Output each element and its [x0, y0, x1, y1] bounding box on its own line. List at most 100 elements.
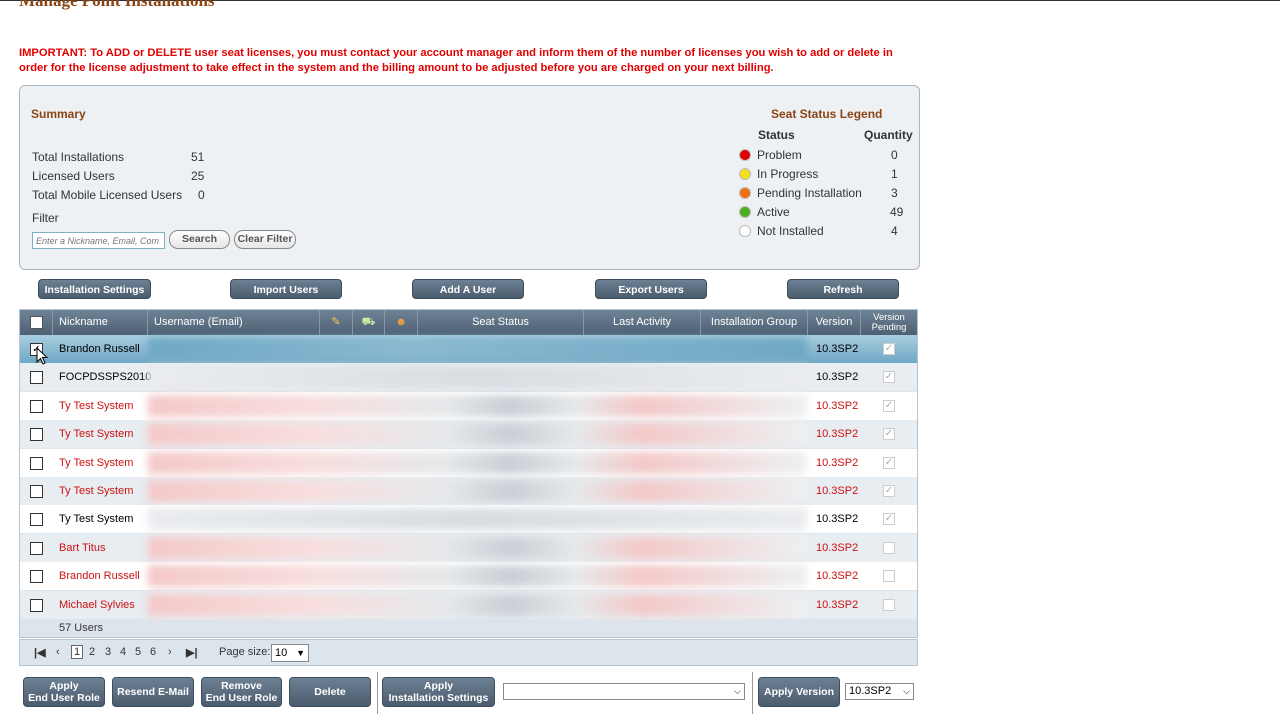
redacted-cells	[148, 451, 807, 474]
first-page-icon[interactable]: |◀	[34, 646, 46, 659]
header-username[interactable]: Username (Email)	[148, 310, 320, 335]
row-nickname[interactable]: FOCPDSSPS2010	[59, 363, 151, 391]
filter-input[interactable]	[32, 232, 165, 249]
row-nickname[interactable]: Ty Test System	[59, 449, 133, 477]
prev-page-icon[interactable]: ‹	[56, 646, 60, 658]
row-nickname[interactable]: Ty Test System	[59, 420, 133, 448]
legend-active: Active 49	[739, 205, 909, 221]
row-checkbox[interactable]	[30, 428, 43, 442]
version-pending-checkbox[interactable]: ✓	[883, 485, 895, 497]
apply-version-button[interactable]: Apply Version	[758, 677, 840, 707]
page: Manage Point Installations IMPORTANT: To…	[0, 0, 1280, 720]
white-dot-icon	[739, 225, 751, 237]
table-row[interactable]: Michael Sylvies 10.3SP2	[20, 590, 917, 619]
row-nickname[interactable]: Bart Titus	[59, 534, 105, 562]
page-3[interactable]: 3	[105, 646, 111, 658]
row-version: 10.3SP2	[816, 570, 859, 583]
row-version: 10.3SP2	[816, 428, 859, 441]
table-row[interactable]: ✓ Brandon Russell 10.3SP2 ✓	[20, 335, 917, 363]
header-version[interactable]: Version	[808, 310, 861, 335]
row-checkbox[interactable]	[30, 371, 43, 385]
page-size-select[interactable]: 10 ▼	[271, 644, 309, 662]
redacted-cells	[148, 366, 807, 389]
row-checkbox[interactable]	[30, 485, 43, 498]
legend-problem: Problem 0	[739, 148, 909, 164]
row-nickname[interactable]: Brandon Russell	[59, 335, 140, 363]
page-5[interactable]: 5	[135, 646, 141, 658]
stat-label-installations: Total Installations	[32, 150, 125, 164]
stat-value-installations: 51	[191, 150, 205, 164]
add-user-button[interactable]: Add A User	[412, 279, 524, 299]
version-pending-checkbox[interactable]	[883, 570, 895, 583]
version-select[interactable]: 10.3SP2 ⌵	[845, 683, 914, 700]
header-users-icon-col[interactable]: ☻	[385, 310, 418, 335]
version-pending-checkbox[interactable]: ✓	[883, 428, 895, 441]
row-checkbox[interactable]	[30, 570, 43, 584]
installation-settings-select[interactable]: ⌵	[503, 683, 745, 700]
table-row[interactable]: Ty Test System 10.3SP2 ✓	[20, 505, 917, 534]
table-row[interactable]: FOCPDSSPS2010 10.3SP2 ✓	[20, 363, 917, 392]
grid-header: Nickname Username (Email) ✎ ⛟ ☻ Seat Sta…	[20, 310, 917, 335]
resend-email-button[interactable]: Resend E-Mail	[112, 677, 194, 707]
page-1[interactable]: 1	[71, 645, 84, 659]
export-users-button[interactable]: Export Users	[595, 279, 707, 299]
header-seat-status[interactable]: Seat Status	[418, 310, 584, 335]
table-row[interactable]: Ty Test System 10.3SP2 ✓	[20, 420, 917, 449]
header-version-pending[interactable]: Version Pending	[861, 310, 917, 335]
row-checkbox[interactable]	[30, 598, 43, 612]
pencil-user-icon: ✎	[331, 316, 341, 328]
search-button[interactable]: Search	[169, 230, 230, 249]
row-nickname[interactable]: Ty Test System	[59, 392, 133, 420]
table-row[interactable]: Ty Test System 10.3SP2 ✓	[20, 391, 917, 420]
redacted-cells	[148, 423, 807, 446]
row-checkbox[interactable]	[30, 513, 43, 527]
clear-filter-button[interactable]: Clear Filter	[234, 230, 296, 249]
version-pending-checkbox[interactable]: ✓	[883, 371, 895, 384]
version-pending-checkbox[interactable]: ✓	[883, 343, 895, 355]
header-role-icon-col[interactable]: ✎	[320, 310, 353, 335]
table-row[interactable]: Brandon Russell 10.3SP2	[20, 562, 917, 591]
installation-settings-button[interactable]: Installation Settings	[38, 279, 151, 299]
header-select-all[interactable]	[20, 310, 53, 335]
delete-button[interactable]: Delete	[289, 677, 371, 707]
row-checkbox[interactable]	[30, 456, 43, 470]
refresh-button[interactable]: Refresh	[787, 279, 899, 299]
header-nickname[interactable]: Nickname	[53, 310, 148, 335]
remove-end-user-role-button[interactable]: Remove End User Role	[201, 677, 282, 707]
select-all-checkbox[interactable]	[30, 316, 43, 329]
chevron-down-icon: ⌵	[734, 686, 741, 696]
next-page-icon[interactable]: ›	[168, 646, 172, 658]
redacted-cells	[148, 338, 807, 360]
header-cart-icon-col[interactable]: ⛟	[353, 310, 385, 335]
legend-in-progress: In Progress 1	[739, 167, 909, 183]
page-2[interactable]: 2	[89, 646, 95, 658]
row-checkbox[interactable]	[30, 399, 43, 413]
users-icon: ☻	[395, 316, 407, 328]
header-last-activity[interactable]: Last Activity	[584, 310, 701, 335]
version-pending-checkbox[interactable]: ✓	[883, 456, 895, 469]
row-checkbox[interactable]	[30, 541, 43, 555]
version-pending-checkbox[interactable]	[883, 541, 895, 554]
version-pending-checkbox[interactable]: ✓	[883, 399, 895, 412]
page-6[interactable]: 6	[150, 646, 156, 658]
row-nickname[interactable]: Brandon Russell	[59, 562, 140, 590]
table-row[interactable]: Bart Titus 10.3SP2	[20, 533, 917, 562]
apply-end-user-role-button[interactable]: Apply End User Role	[23, 677, 105, 707]
version-pending-checkbox[interactable]	[883, 598, 895, 611]
users-grid: Nickname Username (Email) ✎ ⛟ ☻ Seat Sta…	[19, 309, 918, 638]
import-users-button[interactable]: Import Users	[230, 279, 342, 299]
last-page-icon[interactable]: ▶|	[186, 646, 198, 659]
apply-installation-settings-button[interactable]: Apply Installation Settings	[382, 677, 495, 707]
page-4[interactable]: 4	[120, 646, 126, 658]
redacted-cells	[148, 480, 807, 502]
version-pending-checkbox[interactable]: ✓	[883, 513, 895, 526]
header-installation-group[interactable]: Installation Group	[701, 310, 808, 335]
table-row[interactable]: Ty Test System 10.3SP2 ✓	[20, 448, 917, 477]
summary-title: Summary	[31, 107, 86, 121]
redacted-cells	[148, 508, 807, 531]
row-version: 10.3SP2	[816, 485, 859, 497]
row-nickname[interactable]: Ty Test System	[59, 477, 133, 505]
row-nickname[interactable]: Ty Test System	[59, 505, 133, 533]
row-nickname[interactable]: Michael Sylvies	[59, 591, 135, 619]
table-row[interactable]: Ty Test System 10.3SP2 ✓	[20, 477, 917, 505]
